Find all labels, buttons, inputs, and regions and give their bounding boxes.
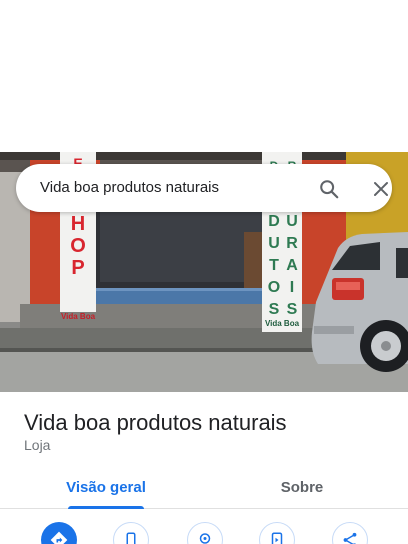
svg-text:O: O [268,279,280,296]
svg-text:O: O [70,235,86,257]
tab-overview[interactable]: Visão geral [48,466,164,509]
tab-about-label: Sobre [280,479,324,496]
share-button[interactable] [332,522,368,544]
svg-text:Vida Boa: Vida Boa [61,312,96,321]
svg-text:H: H [71,213,85,235]
svg-text:P: P [71,257,84,279]
svg-text:T: T [269,257,279,274]
tab-overview-label: Visão geral [66,479,146,496]
svg-text:U: U [268,235,280,252]
save-button[interactable] [187,522,223,544]
svg-text:D: D [268,213,280,230]
share-icon [343,532,357,544]
blank-map-area [0,0,408,152]
close-icon [374,182,388,196]
directions-icon [50,531,68,544]
place-category: Loja [24,437,51,453]
svg-text:S: S [269,301,280,318]
svg-text:R: R [286,235,298,252]
search-icon [320,180,339,199]
search-input[interactable]: Vida boa produtos naturais [40,179,219,196]
action-buttons-row [0,522,408,544]
search-bar[interactable]: Vida boa produtos naturais [16,164,392,212]
svg-text:U: U [286,213,298,230]
place-tabs: Visão geral Sobre [0,466,408,509]
svg-text:S: S [287,301,298,318]
send-to-phone-icon [271,532,283,544]
search-button[interactable] [316,176,342,202]
svg-text:A: A [286,257,298,274]
phone-icon [126,532,136,544]
call-button[interactable] [113,522,149,544]
svg-text:Vida Boa: Vida Boa [265,319,300,328]
tab-about[interactable]: Sobre [244,466,360,509]
send-to-phone-button[interactable] [259,522,295,544]
clear-search-button[interactable] [368,176,394,202]
directions-button[interactable] [41,522,77,544]
save-icon [199,533,211,544]
place-title: Vida boa produtos naturais [24,410,287,435]
active-tab-indicator [68,506,144,509]
svg-text:I: I [290,279,294,296]
